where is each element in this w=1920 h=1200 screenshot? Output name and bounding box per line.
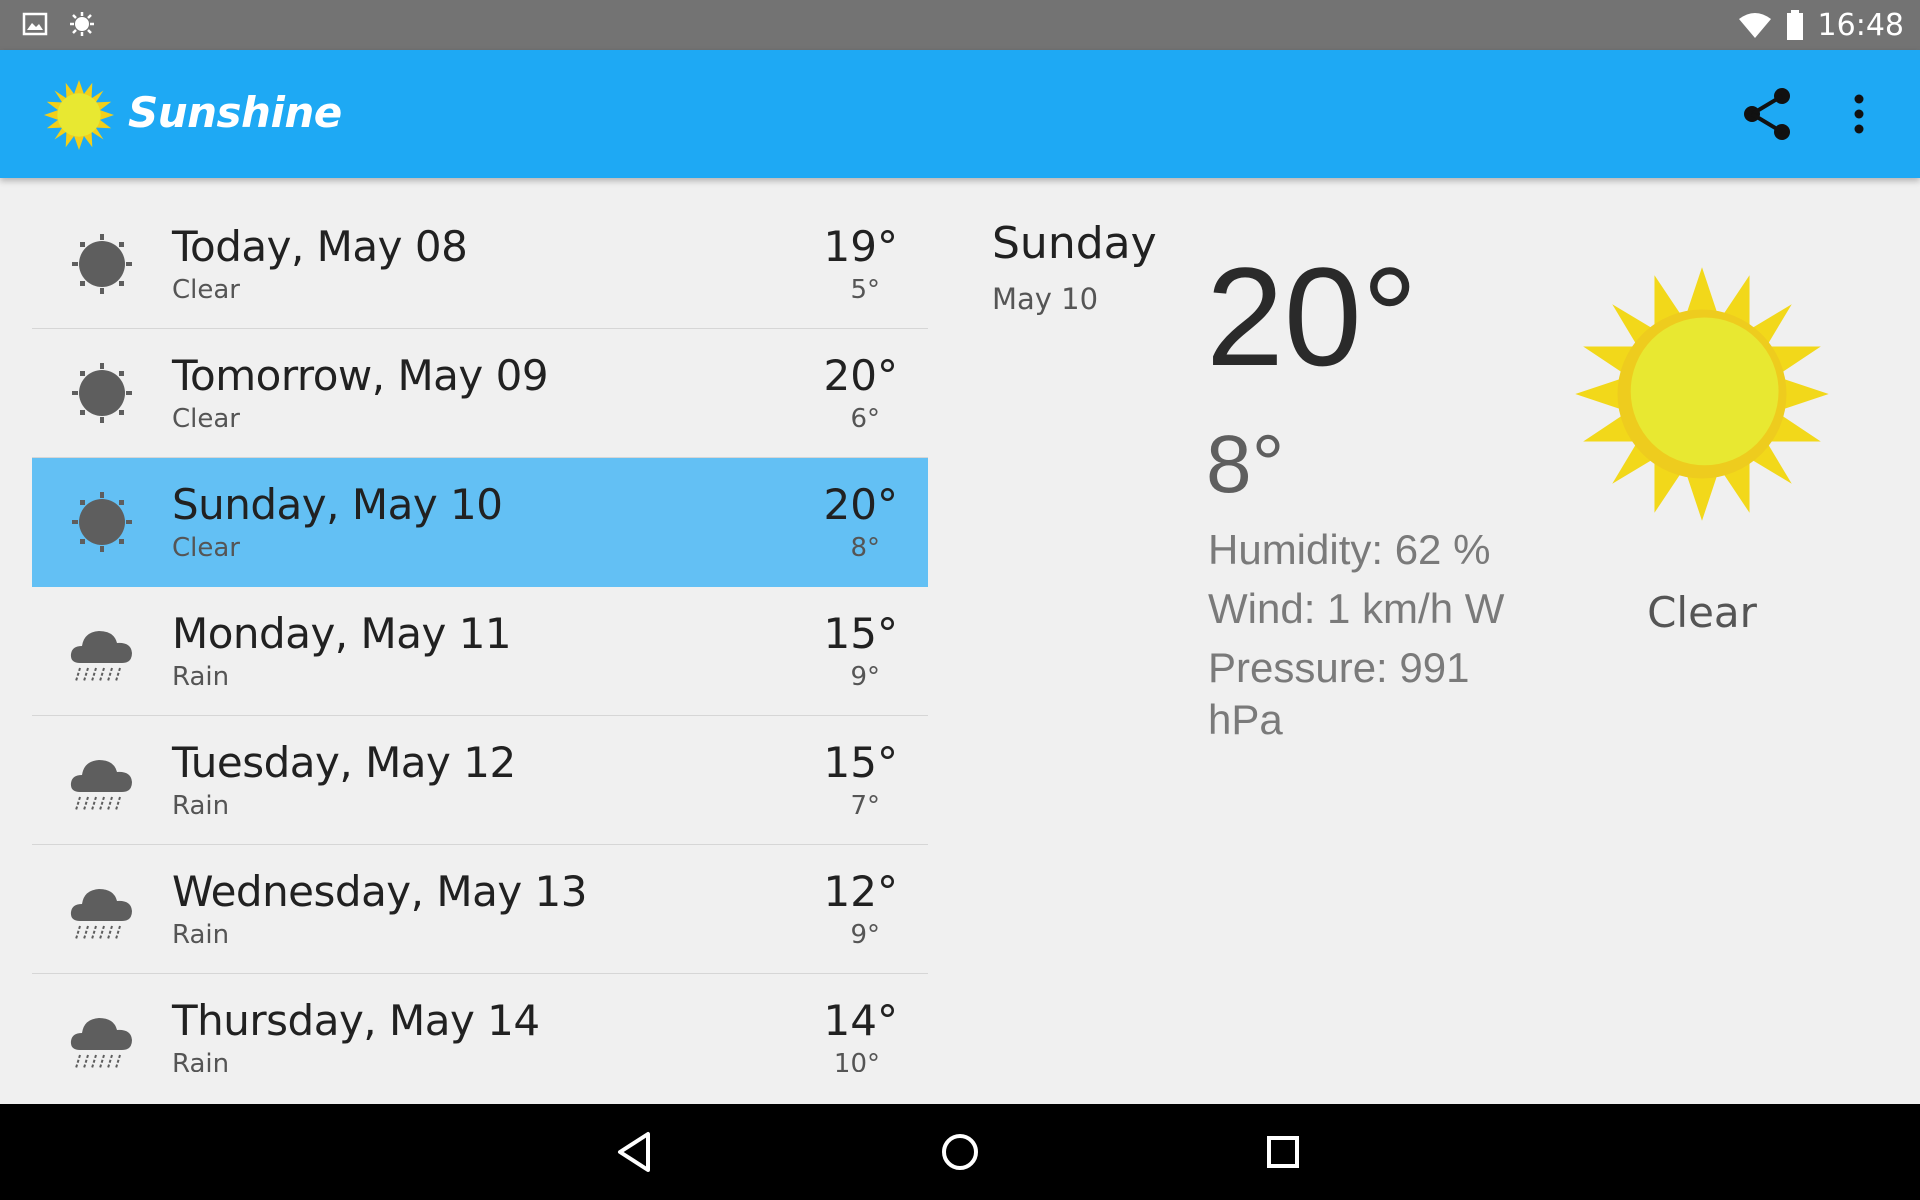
detail-condition: Clear [1647, 588, 1757, 637]
detail-high-temp: 20° [1206, 238, 1418, 395]
wifi-icon [1738, 13, 1771, 38]
forecast-date: Sunday, May 10 [172, 480, 503, 529]
clear-icon [66, 486, 138, 558]
forecast-description: Rain [172, 662, 230, 692]
navigation-bar [0, 1104, 1920, 1200]
forecast-low-temp: 5° [850, 275, 880, 305]
clock: 16:48 [1817, 7, 1904, 43]
status-bar-system: 16:48 [1738, 0, 1904, 50]
forecast-description: Clear [172, 275, 240, 305]
forecast-low-temp: 7° [850, 791, 880, 821]
detail-stats: Humidity: 62 % Wind: 1 km/h W Pressure: … [1208, 524, 1538, 753]
forecast-low-temp: 8° [850, 533, 880, 563]
forecast-date: Wednesday, May 13 [172, 867, 588, 916]
rain-icon [66, 744, 138, 816]
forecast-high-temp: 12° [823, 867, 898, 916]
forecast-description: Clear [172, 404, 240, 434]
recents-icon[interactable] [1255, 1124, 1311, 1180]
detail-low-temp: 8° [1206, 419, 1285, 510]
sun-art-icon [1575, 267, 1829, 521]
forecast-high-temp: 15° [823, 609, 898, 658]
forecast-row[interactable]: Today, May 08 Clear 19° 5° [32, 200, 928, 329]
forecast-high-temp: 14° [823, 996, 898, 1045]
forecast-low-temp: 6° [850, 404, 880, 434]
detail-day: Sunday [992, 218, 1157, 269]
rain-icon [66, 873, 138, 945]
forecast-row[interactable]: Sunday, May 10 Clear 20° 8° [32, 458, 928, 587]
forecast-low-temp: 10° [833, 1049, 880, 1072]
wind-text: Wind: 1 km/h W [1208, 585, 1505, 632]
forecast-high-temp: 20° [823, 351, 898, 400]
rain-icon [66, 615, 138, 687]
forecast-description: Rain [172, 920, 230, 950]
forecast-low-temp: 9° [850, 662, 880, 692]
forecast-description: Rain [172, 791, 230, 821]
image-icon [22, 12, 48, 36]
forecast-high-temp: 19° [823, 222, 898, 271]
forecast-low-temp: 9° [850, 920, 880, 950]
sun-icon [44, 80, 114, 150]
forecast-date: Thursday, May 14 [172, 996, 540, 1045]
rain-icon [66, 1002, 138, 1072]
pressure-text: Pressure: 991 hPa [1208, 644, 1470, 743]
forecast-date: Today, May 08 [172, 222, 468, 271]
forecast-high-temp: 20° [823, 480, 898, 529]
forecast-row[interactable]: Wednesday, May 13 Rain 12° 9° [32, 845, 928, 974]
clear-icon [66, 357, 138, 429]
forecast-date: Tuesday, May 12 [172, 738, 516, 787]
forecast-description: Clear [172, 533, 240, 563]
forecast-date: Tomorrow, May 09 [172, 351, 549, 400]
share-icon[interactable] [1738, 84, 1798, 144]
home-icon[interactable] [932, 1124, 988, 1180]
forecast-row[interactable]: Tuesday, May 12 Rain 15° 7° [32, 716, 928, 845]
brightness-icon [70, 12, 94, 36]
detail-date: May 10 [992, 282, 1099, 316]
forecast-row[interactable]: Thursday, May 14 Rain 14° 10° [32, 974, 928, 1072]
clear-icon [66, 228, 138, 300]
forecast-row[interactable]: Tomorrow, May 09 Clear 20° 6° [32, 329, 928, 458]
battery-icon [1786, 10, 1803, 40]
forecast-high-temp: 15° [823, 738, 898, 787]
app-title: Sunshine [128, 88, 342, 137]
more-vert-icon[interactable] [1838, 84, 1880, 144]
app-root: 16:48 Sunshine Today, May 08 Clear 19° 5… [0, 0, 1920, 1200]
status-bar: 16:48 [0, 0, 1920, 50]
back-icon[interactable] [608, 1124, 664, 1180]
app-bar: Sunshine [0, 50, 1920, 178]
forecast-row[interactable]: Monday, May 11 Rain 15° 9° [32, 587, 928, 716]
forecast-list[interactable]: Today, May 08 Clear 19° 5° Tomorrow, May 09 C… [32, 200, 928, 1072]
humidity-text: Humidity: 62 % [1208, 526, 1491, 573]
forecast-date: Monday, May 11 [172, 609, 512, 658]
forecast-description: Rain [172, 1049, 230, 1072]
status-bar-notifications [22, 12, 94, 36]
